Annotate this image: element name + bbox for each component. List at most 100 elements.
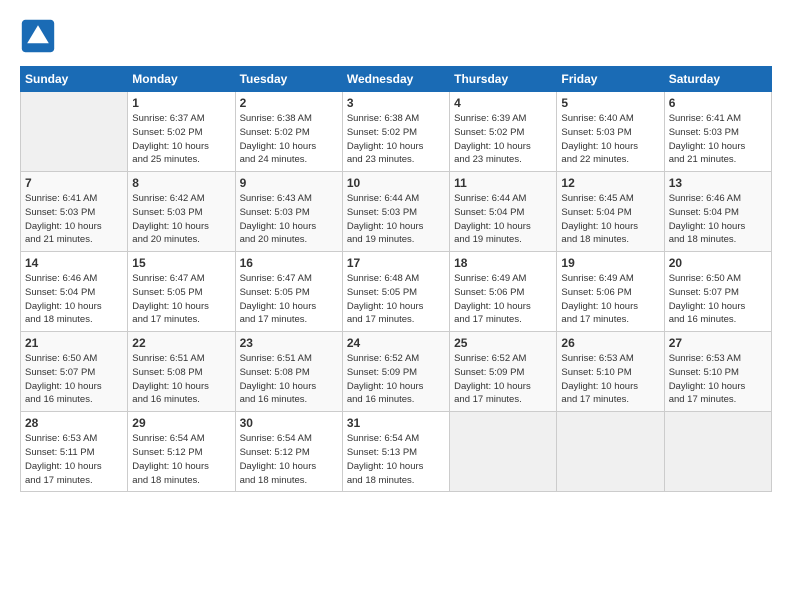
week-row-4: 21 Sunrise: 6:50 AM Sunset: 5:07 PM Dayli…	[21, 332, 772, 412]
day-info: Sunrise: 6:52 AM Sunset: 5:09 PM Dayligh…	[347, 352, 445, 407]
day-number: 31	[347, 416, 445, 430]
day-info: Sunrise: 6:48 AM Sunset: 5:05 PM Dayligh…	[347, 272, 445, 327]
day-info: Sunrise: 6:53 AM Sunset: 5:10 PM Dayligh…	[561, 352, 659, 407]
day-cell	[21, 92, 128, 172]
day-cell: 20 Sunrise: 6:50 AM Sunset: 5:07 PM Dayli…	[664, 252, 771, 332]
week-row-1: 1Sunrise: 6:37 AM Sunset: 5:02 PM Daylig…	[21, 92, 772, 172]
day-number: 25	[454, 336, 552, 350]
day-cell: 4 Sunrise: 6:39 AM Sunset: 5:02 PM Daylig…	[450, 92, 557, 172]
day-info: Sunrise: 6:44 AM Sunset: 5:03 PM Dayligh…	[347, 192, 445, 247]
day-cell: 25 Sunrise: 6:52 AM Sunset: 5:09 PM Dayli…	[450, 332, 557, 412]
day-info: Sunrise: 6:54 AM Sunset: 5:12 PM Dayligh…	[240, 432, 338, 487]
day-number: 14	[25, 256, 123, 270]
day-info: Sunrise: 6:40 AM Sunset: 5:03 PM Dayligh…	[561, 112, 659, 167]
col-header-wednesday: Wednesday	[342, 67, 449, 92]
day-number: 28	[25, 416, 123, 430]
day-number: 20	[669, 256, 767, 270]
day-info: Sunrise: 6:50 AM Sunset: 5:07 PM Dayligh…	[25, 352, 123, 407]
day-cell: 5 Sunrise: 6:40 AM Sunset: 5:03 PM Daylig…	[557, 92, 664, 172]
day-number: 29	[132, 416, 230, 430]
day-info: Sunrise: 6:49 AM Sunset: 5:06 PM Dayligh…	[454, 272, 552, 327]
day-number: 17	[347, 256, 445, 270]
day-cell: 17 Sunrise: 6:48 AM Sunset: 5:05 PM Dayli…	[342, 252, 449, 332]
day-cell: 29 Sunrise: 6:54 AM Sunset: 5:12 PM Dayli…	[128, 412, 235, 492]
day-info: Sunrise: 6:44 AM Sunset: 5:04 PM Dayligh…	[454, 192, 552, 247]
day-cell: 8 Sunrise: 6:42 AM Sunset: 5:03 PM Daylig…	[128, 172, 235, 252]
day-number: 4	[454, 96, 552, 110]
day-number: 8	[132, 176, 230, 190]
day-info: Sunrise: 6:53 AM Sunset: 5:10 PM Dayligh…	[669, 352, 767, 407]
day-cell: 11 Sunrise: 6:44 AM Sunset: 5:04 PM Dayli…	[450, 172, 557, 252]
day-info: Sunrise: 6:54 AM Sunset: 5:12 PM Dayligh…	[132, 432, 230, 487]
col-header-sunday: Sunday	[21, 67, 128, 92]
calendar-table: SundayMondayTuesdayWednesdayThursdayFrid…	[20, 66, 772, 492]
day-cell	[557, 412, 664, 492]
day-cell: 27 Sunrise: 6:53 AM Sunset: 5:10 PM Dayli…	[664, 332, 771, 412]
week-row-3: 14 Sunrise: 6:46 AM Sunset: 5:04 PM Dayli…	[21, 252, 772, 332]
col-header-friday: Friday	[557, 67, 664, 92]
day-number: 24	[347, 336, 445, 350]
day-info: Sunrise: 6:39 AM Sunset: 5:02 PM Dayligh…	[454, 112, 552, 167]
day-cell: 6 Sunrise: 6:41 AM Sunset: 5:03 PM Daylig…	[664, 92, 771, 172]
day-info: Sunrise: 6:51 AM Sunset: 5:08 PM Dayligh…	[132, 352, 230, 407]
day-cell: 19Sunrise: 6:49 AM Sunset: 5:06 PM Dayli…	[557, 252, 664, 332]
day-info: Sunrise: 6:52 AM Sunset: 5:09 PM Dayligh…	[454, 352, 552, 407]
day-cell: 21 Sunrise: 6:50 AM Sunset: 5:07 PM Dayli…	[21, 332, 128, 412]
day-number: 10	[347, 176, 445, 190]
day-number: 15	[132, 256, 230, 270]
day-number: 16	[240, 256, 338, 270]
day-cell: 15 Sunrise: 6:47 AM Sunset: 5:05 PM Dayli…	[128, 252, 235, 332]
day-number: 18	[454, 256, 552, 270]
day-cell: 30Sunrise: 6:54 AM Sunset: 5:12 PM Dayli…	[235, 412, 342, 492]
day-info: Sunrise: 6:38 AM Sunset: 5:02 PM Dayligh…	[240, 112, 338, 167]
day-info: Sunrise: 6:45 AM Sunset: 5:04 PM Dayligh…	[561, 192, 659, 247]
day-cell: 14 Sunrise: 6:46 AM Sunset: 5:04 PM Dayli…	[21, 252, 128, 332]
day-cell	[664, 412, 771, 492]
day-info: Sunrise: 6:49 AM Sunset: 5:06 PM Dayligh…	[561, 272, 659, 327]
week-row-5: 28 Sunrise: 6:53 AM Sunset: 5:11 PM Dayli…	[21, 412, 772, 492]
day-number: 13	[669, 176, 767, 190]
day-number: 23	[240, 336, 338, 350]
day-number: 5	[561, 96, 659, 110]
day-cell: 16Sunrise: 6:47 AM Sunset: 5:05 PM Dayli…	[235, 252, 342, 332]
day-info: Sunrise: 6:46 AM Sunset: 5:04 PM Dayligh…	[25, 272, 123, 327]
header-row: SundayMondayTuesdayWednesdayThursdayFrid…	[21, 67, 772, 92]
day-number: 6	[669, 96, 767, 110]
day-info: Sunrise: 6:41 AM Sunset: 5:03 PM Dayligh…	[25, 192, 123, 247]
day-info: Sunrise: 6:38 AM Sunset: 5:02 PM Dayligh…	[347, 112, 445, 167]
day-cell: 13 Sunrise: 6:46 AM Sunset: 5:04 PM Dayli…	[664, 172, 771, 252]
day-cell: 7 Sunrise: 6:41 AM Sunset: 5:03 PM Daylig…	[21, 172, 128, 252]
day-info: Sunrise: 6:50 AM Sunset: 5:07 PM Dayligh…	[669, 272, 767, 327]
day-cell: 26Sunrise: 6:53 AM Sunset: 5:10 PM Dayli…	[557, 332, 664, 412]
day-info: Sunrise: 6:54 AM Sunset: 5:13 PM Dayligh…	[347, 432, 445, 487]
col-header-thursday: Thursday	[450, 67, 557, 92]
day-cell: 28 Sunrise: 6:53 AM Sunset: 5:11 PM Dayli…	[21, 412, 128, 492]
header	[20, 18, 772, 54]
day-cell	[450, 412, 557, 492]
day-number: 21	[25, 336, 123, 350]
day-info: Sunrise: 6:47 AM Sunset: 5:05 PM Dayligh…	[132, 272, 230, 327]
day-info: Sunrise: 6:46 AM Sunset: 5:04 PM Dayligh…	[669, 192, 767, 247]
col-header-monday: Monday	[128, 67, 235, 92]
day-number: 12	[561, 176, 659, 190]
day-cell: 12 Sunrise: 6:45 AM Sunset: 5:04 PM Dayli…	[557, 172, 664, 252]
day-info: Sunrise: 6:42 AM Sunset: 5:03 PM Dayligh…	[132, 192, 230, 247]
week-row-2: 7 Sunrise: 6:41 AM Sunset: 5:03 PM Daylig…	[21, 172, 772, 252]
col-header-tuesday: Tuesday	[235, 67, 342, 92]
day-cell: 23 Sunrise: 6:51 AM Sunset: 5:08 PM Dayli…	[235, 332, 342, 412]
day-info: Sunrise: 6:37 AM Sunset: 5:02 PM Dayligh…	[132, 112, 230, 167]
day-cell: 2 Sunrise: 6:38 AM Sunset: 5:02 PM Daylig…	[235, 92, 342, 172]
day-number: 11	[454, 176, 552, 190]
day-number: 27	[669, 336, 767, 350]
day-cell: 9Sunrise: 6:43 AM Sunset: 5:03 PM Daylig…	[235, 172, 342, 252]
day-cell: 31 Sunrise: 6:54 AM Sunset: 5:13 PM Dayli…	[342, 412, 449, 492]
day-number: 7	[25, 176, 123, 190]
day-info: Sunrise: 6:41 AM Sunset: 5:03 PM Dayligh…	[669, 112, 767, 167]
day-info: Sunrise: 6:53 AM Sunset: 5:11 PM Dayligh…	[25, 432, 123, 487]
day-number: 2	[240, 96, 338, 110]
day-info: Sunrise: 6:51 AM Sunset: 5:08 PM Dayligh…	[240, 352, 338, 407]
day-number: 9	[240, 176, 338, 190]
col-header-saturday: Saturday	[664, 67, 771, 92]
day-cell: 1Sunrise: 6:37 AM Sunset: 5:02 PM Daylig…	[128, 92, 235, 172]
logo-icon	[20, 18, 56, 54]
